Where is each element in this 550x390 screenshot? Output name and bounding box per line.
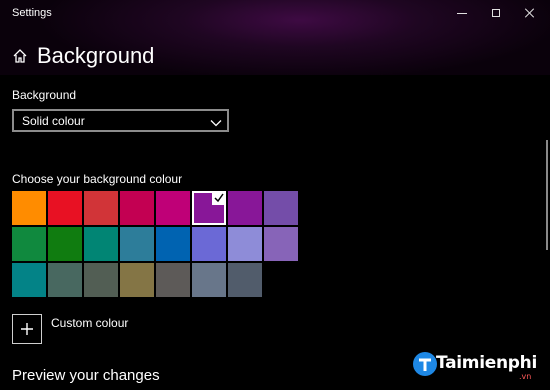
custom-colour-button[interactable]: Custom colour: [12, 313, 128, 345]
colour-swatch[interactable]: [264, 191, 298, 225]
colour-swatch-selected[interactable]: [192, 191, 226, 225]
window-title: Settings: [12, 7, 52, 19]
minimize-button[interactable]: [444, 0, 480, 26]
title-bar[interactable]: Settings: [0, 0, 550, 28]
maximize-icon: [492, 9, 500, 17]
dropdown-selected-value: Solid colour: [22, 114, 85, 128]
close-icon: [525, 8, 535, 18]
scrollbar[interactable]: [546, 140, 548, 250]
colour-swatch[interactable]: [84, 191, 118, 225]
colour-swatch-grid: [12, 191, 302, 299]
colour-swatch[interactable]: [228, 263, 262, 297]
colour-swatch[interactable]: [192, 263, 226, 297]
colour-swatch[interactable]: [228, 227, 262, 261]
page-header: Background: [12, 42, 154, 70]
close-button[interactable]: [512, 0, 548, 26]
colour-swatch[interactable]: [120, 227, 154, 261]
home-icon[interactable]: [12, 48, 28, 64]
colour-swatch[interactable]: [84, 263, 118, 297]
plus-icon[interactable]: [12, 314, 42, 344]
colour-swatch[interactable]: [192, 227, 226, 261]
watermark-brand: Taimienphi: [436, 353, 537, 373]
background-label: Background: [12, 88, 77, 102]
maximize-button[interactable]: [478, 0, 514, 26]
choose-colour-label: Choose your background colour: [12, 172, 183, 186]
colour-swatch[interactable]: [12, 191, 46, 225]
chevron-down-icon: [210, 115, 222, 127]
page-title: Background: [37, 43, 155, 68]
background-type-dropdown[interactable]: Solid colour: [12, 109, 229, 132]
colour-swatch[interactable]: [12, 227, 46, 261]
colour-swatch[interactable]: [120, 263, 154, 297]
watermark-logo: Taimienphi .vn: [412, 347, 540, 385]
colour-swatch[interactable]: [228, 191, 262, 225]
checkmark-icon: [212, 191, 226, 205]
colour-swatch[interactable]: [156, 263, 190, 297]
settings-window: Settings Background Background Solid col…: [0, 0, 550, 390]
preview-heading: Preview your changes: [12, 367, 160, 384]
taimienphi-logo-icon: [412, 351, 438, 377]
watermark-suffix: .vn: [519, 372, 532, 381]
colour-swatch[interactable]: [84, 227, 118, 261]
colour-swatch[interactable]: [48, 263, 82, 297]
colour-swatch[interactable]: [12, 263, 46, 297]
colour-swatch[interactable]: [48, 227, 82, 261]
colour-swatch[interactable]: [120, 191, 154, 225]
custom-colour-label: Custom colour: [51, 316, 129, 330]
minimize-icon: [457, 12, 467, 14]
colour-swatch[interactable]: [156, 227, 190, 261]
colour-swatch[interactable]: [264, 227, 298, 261]
colour-swatch[interactable]: [156, 191, 190, 225]
colour-swatch[interactable]: [48, 191, 82, 225]
